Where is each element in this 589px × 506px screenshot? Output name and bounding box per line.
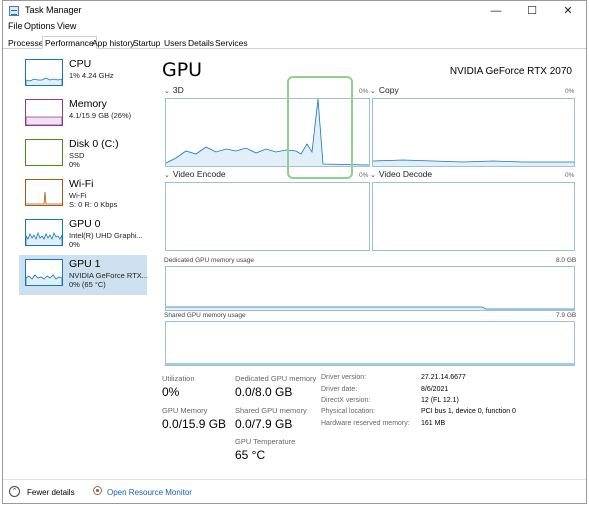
graph-video-encode-title: Video Encode (172, 169, 226, 179)
wifi-thumbnail-graph (25, 179, 63, 206)
gpu-temperature-value: 65 °C (235, 448, 266, 462)
reserved-memory-label: Hardware reserved memory: (321, 420, 410, 427)
disk-thumbnail-graph (25, 139, 63, 166)
dedicated-memory-graph-max: 8.0 GB (556, 257, 577, 264)
physical-location-value: PCI bus 1, device 0, function 0 (421, 408, 516, 415)
title-bar[interactable]: Task Manager — ☐ ✕ (3, 1, 586, 21)
gpu-temperature-label: GPU Temperature (235, 437, 296, 446)
sidebar-item-gpu0[interactable]: GPU 0 Intel(R) UHD Graphi... 0% (19, 215, 147, 255)
menu-options[interactable]: Options (24, 21, 55, 31)
graph-3d-label[interactable]: ⌄ 3D (164, 85, 184, 95)
task-manager-icon (9, 6, 19, 16)
memory-thumbnail-graph (25, 99, 63, 126)
sidebar-item-detail: 4.1/15.9 GB (26%) (69, 111, 132, 120)
dedicated-memory-graph-label: Dedicated GPU memory usage (164, 257, 254, 264)
graph-video-decode-title: Video Decode (378, 169, 433, 179)
graph-copy-label[interactable]: ⌄ Copy (370, 85, 399, 95)
driver-date-value: 8/6/2021 (421, 386, 449, 393)
chevron-down-icon: ⌄ (370, 172, 376, 179)
sidebar-item-memory[interactable]: Memory 4.1/15.9 GB (26%) (19, 95, 147, 135)
graph-video-encode (165, 182, 370, 251)
task-manager-window: Task Manager — ☐ ✕ File Options View Pro… (2, 0, 587, 504)
sidebar-item-detail: 1% 4.24 GHz (69, 71, 114, 80)
shared-memory-graph (165, 321, 575, 366)
utilization-label: Utilization (162, 374, 195, 383)
shared-memory-graph-label: Shared GPU memory usage (164, 312, 246, 319)
gpu-memory-label: GPU Memory (162, 406, 208, 415)
driver-version-label: Driver version: (321, 374, 367, 381)
dedicated-memory-label: Dedicated GPU memory (235, 374, 317, 383)
sidebar-item-detail: Intel(R) UHD Graphi... (69, 231, 143, 240)
sidebar-item-label: CPU (69, 58, 92, 70)
sidebar-item-detail: SSD (69, 151, 85, 160)
sidebar-item-detail: S: 0 R: 0 Kbps (69, 200, 118, 209)
sidebar-item-label: Wi-Fi (69, 178, 94, 190)
tab-services[interactable]: Services (212, 36, 251, 49)
close-button[interactable]: ✕ (550, 1, 586, 21)
tab-startup[interactable]: Startup (130, 36, 163, 49)
sidebar-item-label: Disk 0 (C:) (69, 138, 119, 150)
shared-memory-graph-max: 7.9 GB (556, 312, 577, 319)
chevron-down-icon: ⌄ (164, 88, 170, 95)
dedicated-memory-graph (165, 266, 575, 311)
resource-monitor-icon[interactable] (93, 486, 102, 495)
sidebar-item-label: GPU 1 (69, 258, 101, 270)
directx-version-value: 12 (FL 12.1) (421, 397, 459, 404)
open-resource-monitor-link[interactable]: Open Resource Monitor (107, 488, 192, 497)
driver-date-label: Driver date: (321, 386, 358, 393)
graph-video-decode-label[interactable]: ⌄ Video Decode (370, 169, 432, 179)
sidebar-item-gpu1[interactable]: GPU 1 NVIDIA GeForce RTX... 0% (65 °C) (19, 255, 149, 295)
spike-highlight (287, 76, 353, 179)
sidebar-item-detail: NVIDIA GeForce RTX... (69, 271, 149, 280)
footer: ⌃ Fewer details Open Resource Monitor (3, 479, 586, 503)
gpu1-thumbnail-graph (25, 259, 63, 286)
page-title: GPU (162, 59, 203, 81)
dedicated-memory-value: 0.0/8.0 GB (235, 385, 293, 399)
graph-video-encode-label[interactable]: ⌄ Video Encode (164, 169, 226, 179)
performance-sidebar: CPU 1% 4.24 GHz Memory 4.1/15.9 GB (26%)… (19, 55, 149, 299)
chevron-down-icon: ⌄ (370, 88, 376, 95)
minimize-button[interactable]: — (478, 1, 514, 21)
tab-bar: Processes Performance App history Startu… (3, 35, 586, 49)
utilization-value: 0% (162, 385, 180, 399)
menu-bar: File Options View (3, 21, 586, 35)
maximize-button[interactable]: ☐ (514, 1, 550, 21)
sidebar-item-detail: 0% (65 °C) (69, 280, 106, 289)
graph-video-decode-max: 0% (565, 172, 575, 179)
gpu0-thumbnail-graph (25, 219, 63, 246)
gpu-device-name: NVIDIA GeForce RTX 2070 (449, 66, 572, 77)
sidebar-item-label: Memory (69, 98, 107, 110)
sidebar-item-disk[interactable]: Disk 0 (C:) SSD 0% (19, 135, 147, 175)
sidebar-item-detail: 0% (69, 160, 80, 169)
graph-copy-max: 0% (565, 88, 575, 95)
reserved-memory-value: 161 MB (421, 420, 446, 427)
graph-copy (372, 98, 575, 167)
chevron-up-icon[interactable]: ⌃ (9, 486, 20, 497)
menu-view[interactable]: View (57, 21, 76, 31)
sidebar-item-wifi[interactable]: Wi-Fi Wi-Fi S: 0 R: 0 Kbps (19, 175, 147, 215)
sidebar-item-detail: 0% (69, 240, 80, 249)
sidebar-item-cpu[interactable]: CPU 1% 4.24 GHz (19, 55, 147, 95)
fewer-details-link[interactable]: Fewer details (27, 488, 75, 497)
graph-video-encode-max: 0% (359, 172, 369, 179)
cpu-thumbnail-graph (25, 59, 63, 86)
chevron-down-icon: ⌄ (164, 172, 170, 179)
shared-memory-value: 0.0/7.9 GB (235, 417, 293, 431)
graph-3d-max: 0% (359, 88, 369, 95)
graph-video-decode (372, 182, 575, 251)
menu-file[interactable]: File (8, 21, 23, 31)
shared-memory-label: Shared GPU memory (235, 406, 307, 415)
physical-location-label: Physical location: (321, 408, 376, 415)
graph-copy-title: Copy (378, 85, 399, 95)
graph-3d-title: 3D (172, 85, 184, 95)
sidebar-item-detail: Wi-Fi (69, 191, 87, 200)
sidebar-item-label: GPU 0 (69, 218, 101, 230)
window-title: Task Manager (25, 5, 82, 15)
driver-version-value: 27.21.14.6677 (421, 374, 466, 381)
directx-version-label: DirectX version: (321, 397, 371, 404)
gpu-memory-value: 0.0/15.9 GB (162, 417, 227, 431)
